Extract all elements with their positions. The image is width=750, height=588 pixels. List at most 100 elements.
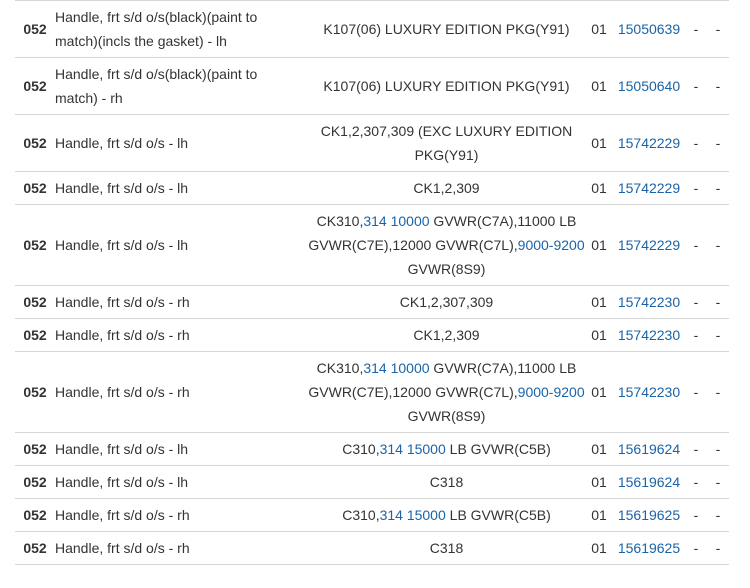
note-dash-1: - [685, 498, 707, 532]
part-description: Handle, frt s/d o/s - rh [55, 318, 308, 352]
part-number-link[interactable]: 15619625 [618, 507, 680, 523]
callout-number: 052 [15, 285, 55, 319]
part-description: Handle, frt s/d o/s(black)(paint to matc… [55, 57, 308, 115]
application-link[interactable]: 15000 [407, 441, 446, 457]
quantity: 01 [585, 285, 613, 319]
part-description: Handle, frt s/d o/s(black)(paint to matc… [55, 0, 308, 58]
part-description: Handle, frt s/d o/s - lh [55, 204, 308, 286]
table-row: 052 Handle, frt s/d o/s - lh CK310,314 1… [15, 204, 729, 286]
table-row: 052 Handle, frt s/d o/s(black)(paint to … [15, 57, 729, 115]
table-row: 052 Handle, frt s/d o/s - lh CK1,2,309 0… [15, 171, 729, 205]
application-text: CK1,2,307,309 (EXC LUXURY EDITION PKG(Y9… [320, 123, 573, 163]
note-dash-2: - [707, 432, 729, 466]
callout-number: 052 [15, 0, 55, 58]
application-text: C318 [429, 540, 464, 556]
quantity: 01 [585, 531, 613, 565]
application-text: C310, [342, 441, 380, 457]
application-cell: K107(06) LUXURY EDITION PKG(Y91) [308, 57, 585, 115]
part-description: Handle, frt s/d o/s - lh [55, 171, 308, 205]
application-text: LB GVWR(C5B) [445, 507, 551, 523]
callout-number: 052 [15, 351, 55, 433]
quantity: 01 [585, 171, 613, 205]
table-row: 052 Handle, frt s/d o/s - rh CK310,314 1… [15, 351, 729, 433]
application-link[interactable]: 9000-9200 [518, 237, 585, 253]
part-number-cell: 15742229 [613, 204, 685, 286]
application-cell: CK310,314 10000 GVWR(C7A),11000 LB GVWR(… [308, 204, 585, 286]
application-link[interactable]: 10000 [391, 360, 430, 376]
quantity: 01 [585, 432, 613, 466]
quantity: 01 [585, 465, 613, 499]
application-link[interactable]: 314 [363, 360, 386, 376]
part-number-cell: 15619625 [613, 531, 685, 565]
quantity: 01 [585, 351, 613, 433]
application-link[interactable]: 9000-9200 [518, 384, 585, 400]
note-dash-2: - [707, 498, 729, 532]
part-number-link[interactable]: 15619625 [618, 540, 680, 556]
part-number-cell: 15742230 [613, 351, 685, 433]
part-number-link[interactable]: 15742229 [618, 135, 680, 151]
quantity: 01 [585, 57, 613, 115]
application-link[interactable]: 314 [380, 441, 403, 457]
application-link[interactable]: 314 [380, 507, 403, 523]
application-text: K107(06) LUXURY EDITION PKG(Y91) [323, 21, 570, 37]
callout-number: 052 [15, 498, 55, 532]
callout-number: 052 [15, 432, 55, 466]
part-number-link[interactable]: 15619624 [618, 474, 680, 490]
part-description: Handle, frt s/d o/s - lh [55, 465, 308, 499]
application-text: GVWR(8S9) [407, 261, 486, 277]
note-dash-2: - [707, 531, 729, 565]
note-dash-2: - [707, 114, 729, 172]
part-number-link[interactable]: 15742230 [618, 327, 680, 343]
application-text: LB GVWR(C5B) [445, 441, 551, 457]
application-text: CK310, [316, 213, 364, 229]
application-text: GVWR(8S9) [407, 408, 486, 424]
quantity: 01 [585, 0, 613, 58]
quantity: 01 [585, 204, 613, 286]
note-dash-2: - [707, 57, 729, 115]
note-dash-1: - [685, 114, 707, 172]
application-cell: CK310,314 10000 GVWR(C7A),11000 LB GVWR(… [308, 351, 585, 433]
note-dash-1: - [685, 57, 707, 115]
part-number-link[interactable]: 15742230 [618, 384, 680, 400]
note-dash-1: - [685, 204, 707, 286]
table-row: 052 Handle, frt s/d o/s - rh CK1,2,309 0… [15, 318, 729, 352]
part-number-cell: 15050640 [613, 57, 685, 115]
part-number-cell: 15619624 [613, 432, 685, 466]
part-number-cell: 15050639 [613, 0, 685, 58]
note-dash-2: - [707, 171, 729, 205]
note-dash-1: - [685, 432, 707, 466]
application-cell: CK1,2,307,309 [308, 285, 585, 319]
part-description: Handle, frt s/d o/s - lh [55, 432, 308, 466]
part-number-link[interactable]: 15742229 [618, 237, 680, 253]
callout-number: 052 [15, 204, 55, 286]
part-number-link[interactable]: 15050640 [618, 78, 680, 94]
part-number-link[interactable]: 15742230 [618, 294, 680, 310]
note-dash-1: - [685, 531, 707, 565]
application-link[interactable]: 314 [363, 213, 386, 229]
application-link[interactable]: 15000 [407, 507, 446, 523]
application-cell: C318 [308, 465, 585, 499]
table-row: 052 Handle, frt s/d o/s - lh C310,314 15… [15, 432, 729, 466]
note-dash-2: - [707, 204, 729, 286]
part-description: Handle, frt s/d o/s - rh [55, 531, 308, 565]
part-description: Handle, frt s/d o/s - rh [55, 498, 308, 532]
part-number-link[interactable]: 15742229 [618, 180, 680, 196]
part-description: Handle, frt s/d o/s - rh [55, 351, 308, 433]
note-dash-1: - [685, 465, 707, 499]
application-text: CK1,2,307,309 [399, 294, 494, 310]
part-description: Handle, frt s/d o/s - lh [55, 114, 308, 172]
table-row: 052 Handle, frt s/d o/s - lh CK1,2,307,3… [15, 114, 729, 172]
callout-number: 052 [15, 171, 55, 205]
application-text: C318 [429, 474, 464, 490]
callout-number: 052 [15, 531, 55, 565]
application-text: CK1,2,309 [413, 180, 480, 196]
part-number-link[interactable]: 15050639 [618, 21, 680, 37]
application-link[interactable]: 10000 [391, 213, 430, 229]
quantity: 01 [585, 318, 613, 352]
quantity: 01 [585, 498, 613, 532]
table-row: 052 Handle, frt s/d o/s(black)(paint to … [15, 0, 729, 58]
application-cell: CK1,2,307,309 (EXC LUXURY EDITION PKG(Y9… [308, 114, 585, 172]
part-number-link[interactable]: 15619624 [618, 441, 680, 457]
note-dash-1: - [685, 285, 707, 319]
parts-table-body: 052 Handle, frt s/d o/s(black)(paint to … [15, 0, 729, 565]
